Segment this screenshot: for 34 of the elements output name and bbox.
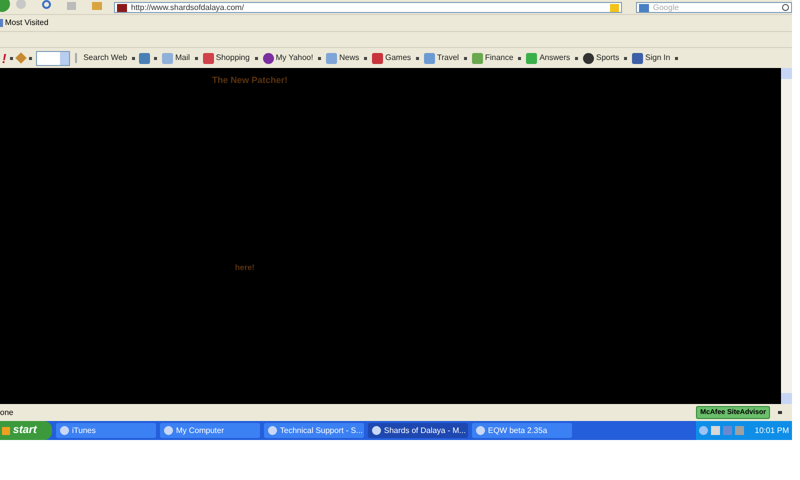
app-icon (268, 426, 277, 435)
taskbar-button[interactable]: My Computer (160, 423, 260, 438)
toolbar-button[interactable]: Search Web (82, 52, 128, 64)
taskbar-button[interactable]: Shards of Dalaya - M... (368, 423, 468, 438)
app-icon (476, 426, 485, 435)
url-text: http://www.shardsofdalaya.com/ (131, 4, 244, 12)
bookmark-icon (0, 19, 3, 27)
toolbar-button[interactable]: Shopping (202, 52, 251, 64)
toolbar-button[interactable]: Answers (525, 52, 572, 64)
start-button[interactable]: start (0, 421, 52, 440)
taskbar-button[interactable]: Technical Support - S... (264, 423, 364, 438)
yahoo-logo[interactable]: ! (2, 52, 6, 64)
toolbar-button[interactable]: Sports (582, 52, 620, 64)
bookmark-link[interactable]: Most Visited (0, 17, 48, 29)
app-icon (372, 426, 381, 435)
page-heading: The New Patcher! (212, 74, 288, 87)
taskbar-button[interactable]: iTunes (56, 423, 156, 438)
url-field[interactable]: http://www.shardsofdalaya.com/ (114, 2, 622, 13)
app-icon (60, 426, 69, 435)
taskbar-button[interactable]: EQW beta 2.35a (472, 423, 572, 438)
clock: 10:01 PM (754, 424, 789, 436)
toolbar-button[interactable]: News (325, 52, 360, 64)
toolbar-button[interactable]: Finance (470, 52, 514, 64)
toolbar-button[interactable]: Mail (161, 52, 191, 64)
favicon-icon (117, 4, 127, 12)
toolbar-button[interactable]: Sign In (631, 52, 672, 64)
reload-icon[interactable] (42, 0, 51, 9)
search-placeholder: Google (653, 4, 679, 12)
toolbar-button[interactable]: Travel (423, 52, 460, 64)
status-text: one (0, 406, 14, 418)
toolbar-button[interactable]: Games (371, 52, 412, 64)
app-icon (164, 426, 173, 435)
toolbar-button[interactable]: My Yahoo! (262, 52, 314, 64)
search-icon[interactable] (782, 4, 789, 11)
